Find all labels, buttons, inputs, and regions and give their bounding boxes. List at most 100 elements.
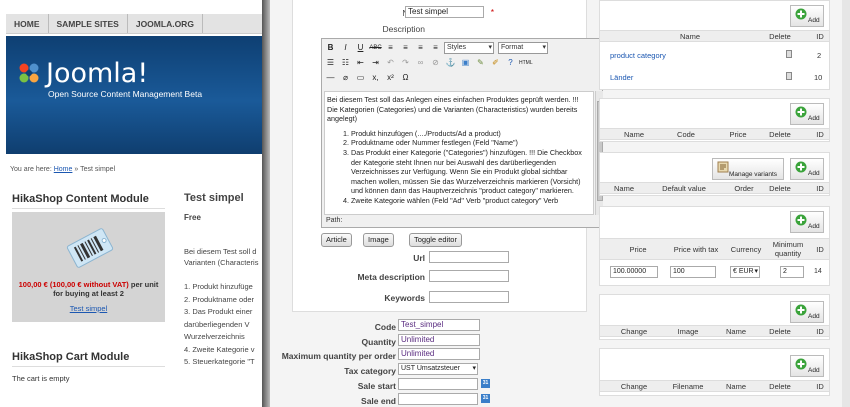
site-banner: Joomla! Open Source Content Management B… — [6, 36, 262, 154]
sale-start-input[interactable] — [398, 378, 478, 390]
breadcrumb-current: Test simpel — [80, 166, 116, 173]
breadcrumb-home-link[interactable]: Home — [54, 166, 73, 173]
modal-scrollbar[interactable] — [842, 0, 850, 407]
html-icon[interactable]: HTML — [519, 60, 533, 66]
minimum-quantity-input[interactable]: 2 — [780, 266, 804, 278]
cleanup-icon[interactable]: ✎ — [474, 58, 487, 67]
delete-icon[interactable] — [786, 72, 792, 80]
undo-icon[interactable]: ↶ — [384, 58, 397, 67]
article-intro: Bei diesem Test soll d Varianten (Charac… — [184, 247, 259, 267]
description-label: Description — [382, 24, 425, 34]
price-with-tax-input[interactable]: 100 — [670, 266, 716, 278]
bold-button[interactable]: B — [324, 43, 337, 52]
superscript-button[interactable]: x² — [384, 73, 397, 82]
category-link[interactable]: product category — [610, 51, 666, 60]
add-icon — [795, 304, 807, 316]
format-select[interactable]: Format — [498, 41, 548, 54]
underline-button[interactable]: U — [354, 43, 367, 52]
indent-icon[interactable]: ⇥ — [369, 58, 382, 67]
manage-variants-button[interactable]: Manage variants — [712, 158, 784, 180]
site-brand[interactable]: Joomla! — [46, 58, 148, 89]
align-right-icon[interactable]: ≡ — [414, 43, 427, 52]
category-id: 10 — [814, 73, 823, 82]
code-label: Code — [374, 322, 396, 332]
variants-icon — [717, 161, 729, 173]
nav-joomla-org[interactable]: JOOMLA.ORG — [128, 14, 203, 33]
editor-content-area[interactable]: Bei diesem Test soll das Anlegen eines e… — [324, 91, 594, 215]
special-char-button[interactable]: Ω — [399, 73, 412, 82]
tax-category-select[interactable]: UST Umsatzsteuer — [398, 363, 478, 375]
price-input[interactable]: 100.00000 — [610, 266, 658, 278]
add-characteristic-button[interactable]: Add — [790, 158, 824, 180]
meta-description-input[interactable] — [429, 270, 509, 282]
strike-button[interactable]: ABC — [369, 45, 382, 51]
product-link[interactable]: Test simpel — [12, 304, 165, 313]
delete-icon[interactable] — [786, 50, 792, 58]
editor-toolbar-row-3: — ⌀ ▭ x, x² Ω — [324, 71, 414, 84]
joomla-logo-icon — [19, 63, 39, 83]
quantity-label: Quantity — [361, 337, 396, 347]
product-edit-modal: Name Test simpel * Description B I U ABC… — [270, 0, 850, 407]
characteristics-panel: Manage variants Add Name Default value O… — [599, 152, 830, 196]
align-center-icon[interactable]: ≡ — [399, 43, 412, 52]
toggle-editor-button[interactable]: Toggle editor — [409, 233, 462, 247]
bullet-list-icon[interactable]: ☰ — [324, 58, 337, 67]
edit-css-icon[interactable]: ✐ — [489, 58, 502, 67]
add-file-button[interactable]: Add — [790, 355, 824, 377]
characteristics-header: Name Default value Order Delete ID — [600, 182, 829, 194]
keywords-input[interactable] — [429, 291, 509, 303]
modal-shadow — [262, 0, 270, 407]
calendar-icon[interactable]: 31 — [481, 379, 490, 388]
anchor-icon[interactable]: ⚓ — [444, 58, 457, 67]
remove-format-icon[interactable]: ⌀ — [339, 73, 352, 82]
editor-list: Produkt hinzufügen (..../Products/Ad a p… — [327, 129, 591, 206]
add-category-button[interactable]: Add — [790, 5, 824, 27]
editor-path: Path: — [326, 217, 343, 224]
help-icon[interactable]: ? — [504, 58, 517, 67]
add-image-button[interactable]: Add — [790, 301, 824, 323]
add-icon — [795, 106, 807, 118]
horizontal-rule-icon[interactable]: — — [324, 73, 337, 82]
align-left-icon[interactable]: ≡ — [384, 43, 397, 52]
price-id: 14 — [814, 268, 822, 275]
name-input[interactable]: Test simpel — [405, 6, 484, 18]
categories-panel: Add Name Delete ID product category 2 Lä… — [599, 0, 830, 90]
required-mark: * — [490, 7, 494, 17]
add-icon — [795, 358, 807, 370]
image-icon[interactable]: ▣ — [459, 58, 472, 67]
currency-select[interactable]: € EUR — [730, 266, 760, 278]
add-price-button[interactable]: Add — [790, 211, 824, 233]
nav-sample-sites[interactable]: SAMPLE SITES — [49, 14, 128, 33]
keywords-label: Keywords — [384, 293, 425, 303]
editor-toolbar-row-1: B I U ABC ≡ ≡ ≡ ≡ Styles Format — [324, 41, 552, 54]
url-input[interactable] — [429, 251, 509, 263]
redo-icon[interactable]: ↷ — [399, 58, 412, 67]
calendar-icon[interactable]: 31 — [481, 394, 490, 403]
link-icon[interactable]: ∞ — [414, 58, 427, 67]
category-link[interactable]: Länder — [610, 73, 633, 82]
unlink-icon[interactable]: ⊘ — [429, 58, 442, 67]
max-quantity-input[interactable]: Unlimited — [398, 348, 480, 360]
image-button[interactable]: Image — [363, 233, 394, 247]
italic-button[interactable]: I — [339, 43, 352, 52]
product-box: 100,00 € (100,00 € without VAT) per unit… — [12, 212, 165, 322]
top-navigation: HOME SAMPLE SITES JOOMLA.ORG — [6, 14, 262, 34]
numbered-list-icon[interactable]: ☷ — [339, 58, 352, 67]
article-button[interactable]: Article — [321, 233, 352, 247]
outdent-icon[interactable]: ⇤ — [354, 58, 367, 67]
visual-aid-icon[interactable]: ▭ — [354, 73, 367, 82]
breadcrumb: You are here: Home » Test simpel — [10, 166, 116, 173]
add-icon — [795, 8, 807, 20]
styles-select[interactable]: Styles — [444, 41, 494, 54]
tax-category-label: Tax category — [344, 366, 396, 376]
quantity-input[interactable]: Unlimited — [398, 334, 480, 346]
cart-empty-text: The cart is empty — [12, 374, 70, 383]
code-input[interactable]: Test_simpel — [398, 319, 480, 331]
subscript-button[interactable]: x, — [369, 73, 382, 82]
related-products-panel: Add Name Code Price Delete ID — [599, 98, 830, 142]
add-related-button[interactable]: Add — [790, 103, 824, 125]
align-justify-icon[interactable]: ≡ — [429, 43, 442, 52]
sale-end-input[interactable] — [398, 393, 478, 405]
categories-header: Name Delete ID — [600, 30, 829, 42]
nav-home[interactable]: HOME — [6, 14, 49, 33]
